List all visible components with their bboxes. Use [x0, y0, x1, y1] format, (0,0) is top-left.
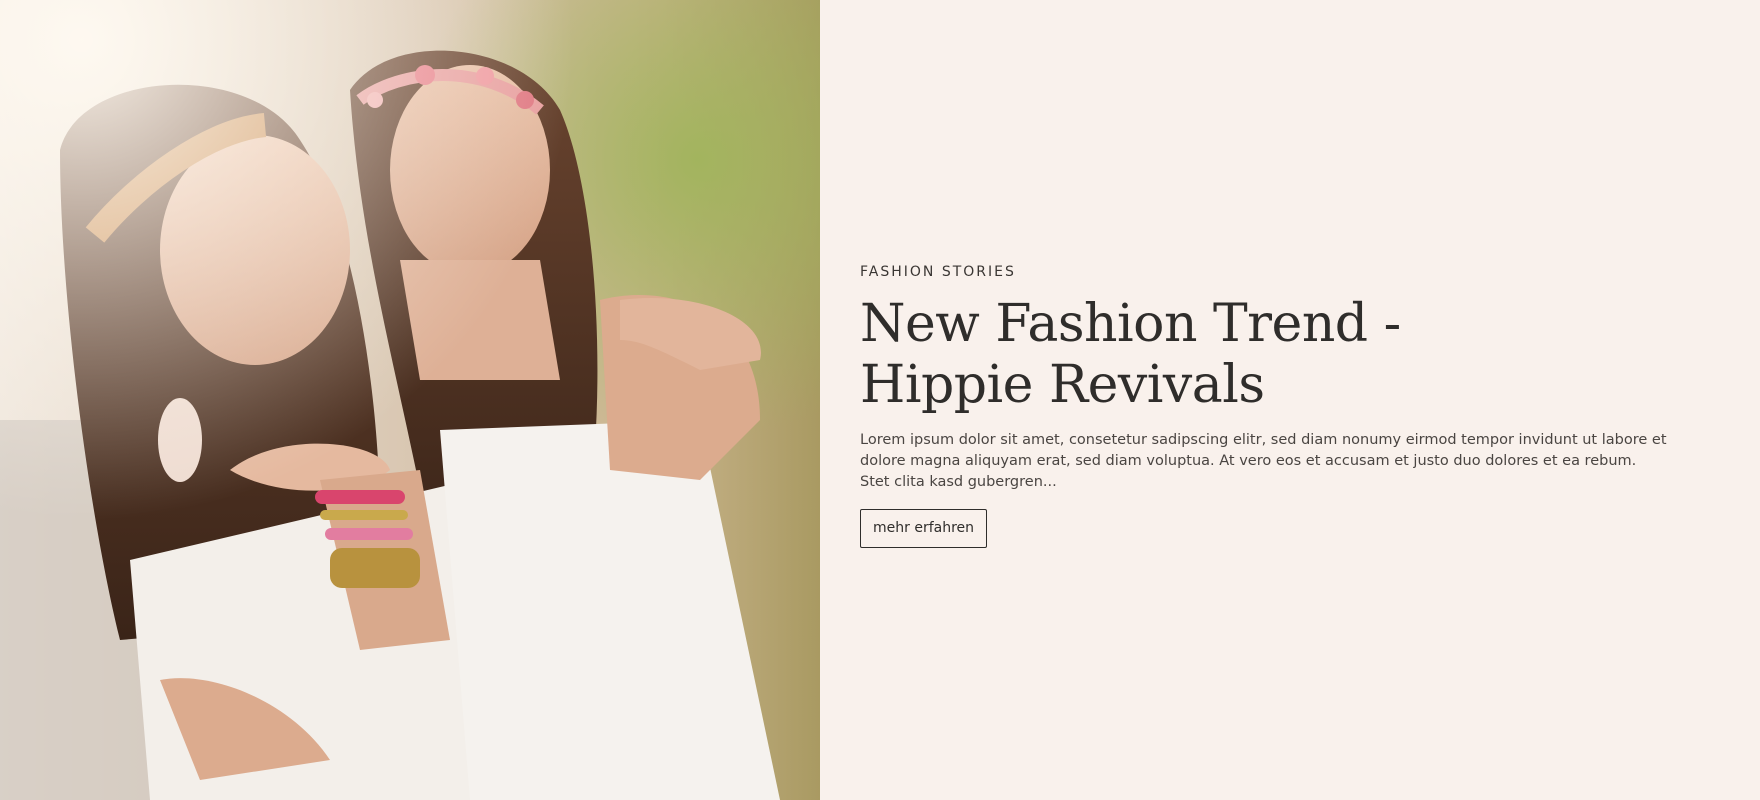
hero-section: FASHION STORIES New Fashion Trend - Hipp… [0, 0, 1760, 800]
mehr-erfahren-button[interactable]: mehr erfahren [860, 509, 988, 548]
hero-headline-line-2: Hippie Revivals [860, 355, 1265, 415]
hero-content-inner: FASHION STORIES New Fashion Trend - Hipp… [860, 264, 1680, 548]
hero-kicker: FASHION STORIES [860, 264, 1016, 280]
hero-content: FASHION STORIES New Fashion Trend - Hipp… [820, 0, 1760, 800]
hero-headline: New Fashion Trend - Hippie Revivals [860, 294, 1680, 416]
hero-headline-line-1: New Fashion Trend - [860, 294, 1401, 354]
hero-photo [0, 0, 820, 800]
hero-body-text: Lorem ipsum dolor sit amet, consetetur s… [860, 432, 1667, 490]
hero-photo-illustration [0, 0, 820, 800]
